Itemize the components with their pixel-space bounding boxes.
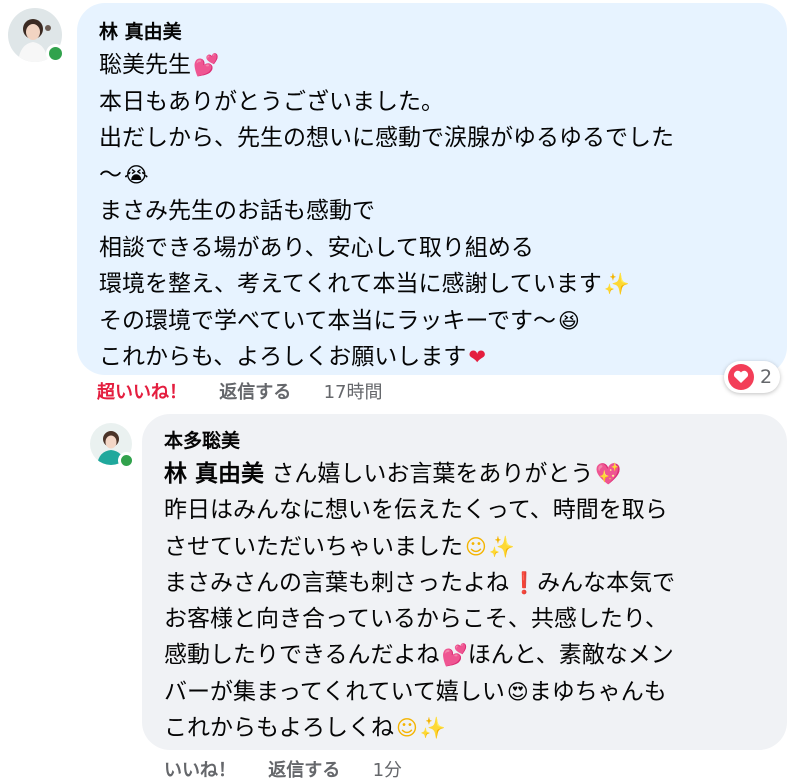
reply-author[interactable]: 本多聡美: [164, 428, 763, 454]
sparkling-heart-icon: 💖: [595, 462, 622, 486]
reply-line: バーが集まってくれていて嬉しい😍まゆちゃんも: [164, 678, 667, 705]
reply-line: させていただいちゃいました☺✨: [164, 533, 516, 560]
comment-bubble: 林 真由美 聡美先生💕 本日もありがとうございました。 出だしから、先生の想いに…: [77, 3, 787, 375]
reply-button[interactable]: 返信する: [219, 382, 291, 403]
comment-line: これからも、よろしくお願いします❤: [99, 344, 486, 370]
comment-author[interactable]: 林 真由美: [99, 19, 763, 45]
reply-line: 昨日はみんなに想いを伝えたくって、時間を取ら: [164, 497, 668, 524]
comment-actions: 超いいね！ 返信する 17時間: [97, 378, 408, 404]
smiling-face-icon: ☺: [396, 716, 418, 741]
like-button[interactable]: 超いいね！: [97, 382, 187, 403]
comment-line: その環境で学べていて本当にラッキーです〜😆: [99, 307, 580, 334]
comment-line: 本日もありがとうございました。: [99, 88, 444, 115]
sparkling-heart-icon: 💕: [193, 53, 220, 77]
online-status-indicator: [46, 44, 65, 63]
reply-line: 林 真由美 さん嬉しいお言葉をありがとう💖: [164, 461, 622, 487]
reply-line: 感動したりできるんだよね💕ほんと、素敵なメン: [164, 642, 674, 669]
smiling-face-icon: ☺: [465, 534, 487, 559]
comment-line: 相談できる場があり、安心して取り組める: [99, 234, 534, 261]
sparkles-icon: ✨: [419, 716, 447, 741]
crying-face-icon: 😭: [124, 162, 149, 187]
comment-line: 出だしから、先生の想いに感動で涙腺がゆるゆるでした: [99, 125, 674, 151]
reaction-count: 2: [760, 366, 773, 388]
heart-eyes-icon: 😍: [506, 679, 529, 704]
two-hearts-icon: 💕: [441, 643, 468, 668]
like-button[interactable]: いいね！: [164, 760, 236, 781]
exclamation-icon: ❗: [511, 570, 538, 595]
heart-icon: ❤: [468, 345, 486, 369]
reply-line: お客様と向き合っているからこそ、共感したり、: [164, 606, 668, 633]
reply-line: これからもよろしくね☺✨: [164, 715, 447, 742]
comment-line: 環境を整え、考えてくれて本当に感謝しています✨: [99, 271, 630, 297]
comment-line: 聡美先生💕: [99, 52, 220, 78]
reply-timestamp[interactable]: 1分: [373, 760, 402, 781]
reply-bubble: 本多聡美 林 真由美 さん嬉しいお言葉をありがとう💖 昨日はみんなに想いを伝えた…: [142, 414, 787, 750]
mention-link[interactable]: 林 真由美: [164, 461, 264, 487]
reply-line: まさみさんの言葉も刺さったよね❗みんな本気で: [164, 569, 676, 596]
comment-timestamp[interactable]: 17時間: [324, 382, 383, 403]
sparkles-icon: ✨: [488, 534, 516, 559]
love-reaction-icon: [728, 364, 754, 390]
online-status-indicator: [118, 452, 135, 469]
comment-line: まさみ先生のお話も感動で: [99, 198, 375, 224]
comment-line: 〜😭: [99, 161, 149, 188]
grinning-squint-icon: 😆: [558, 308, 580, 333]
reaction-summary[interactable]: 2: [724, 361, 781, 393]
reply-actions: いいね！ 返信する 1分: [164, 756, 428, 782]
sparkles-icon: ✨: [603, 272, 630, 296]
reply-button[interactable]: 返信する: [268, 760, 340, 781]
